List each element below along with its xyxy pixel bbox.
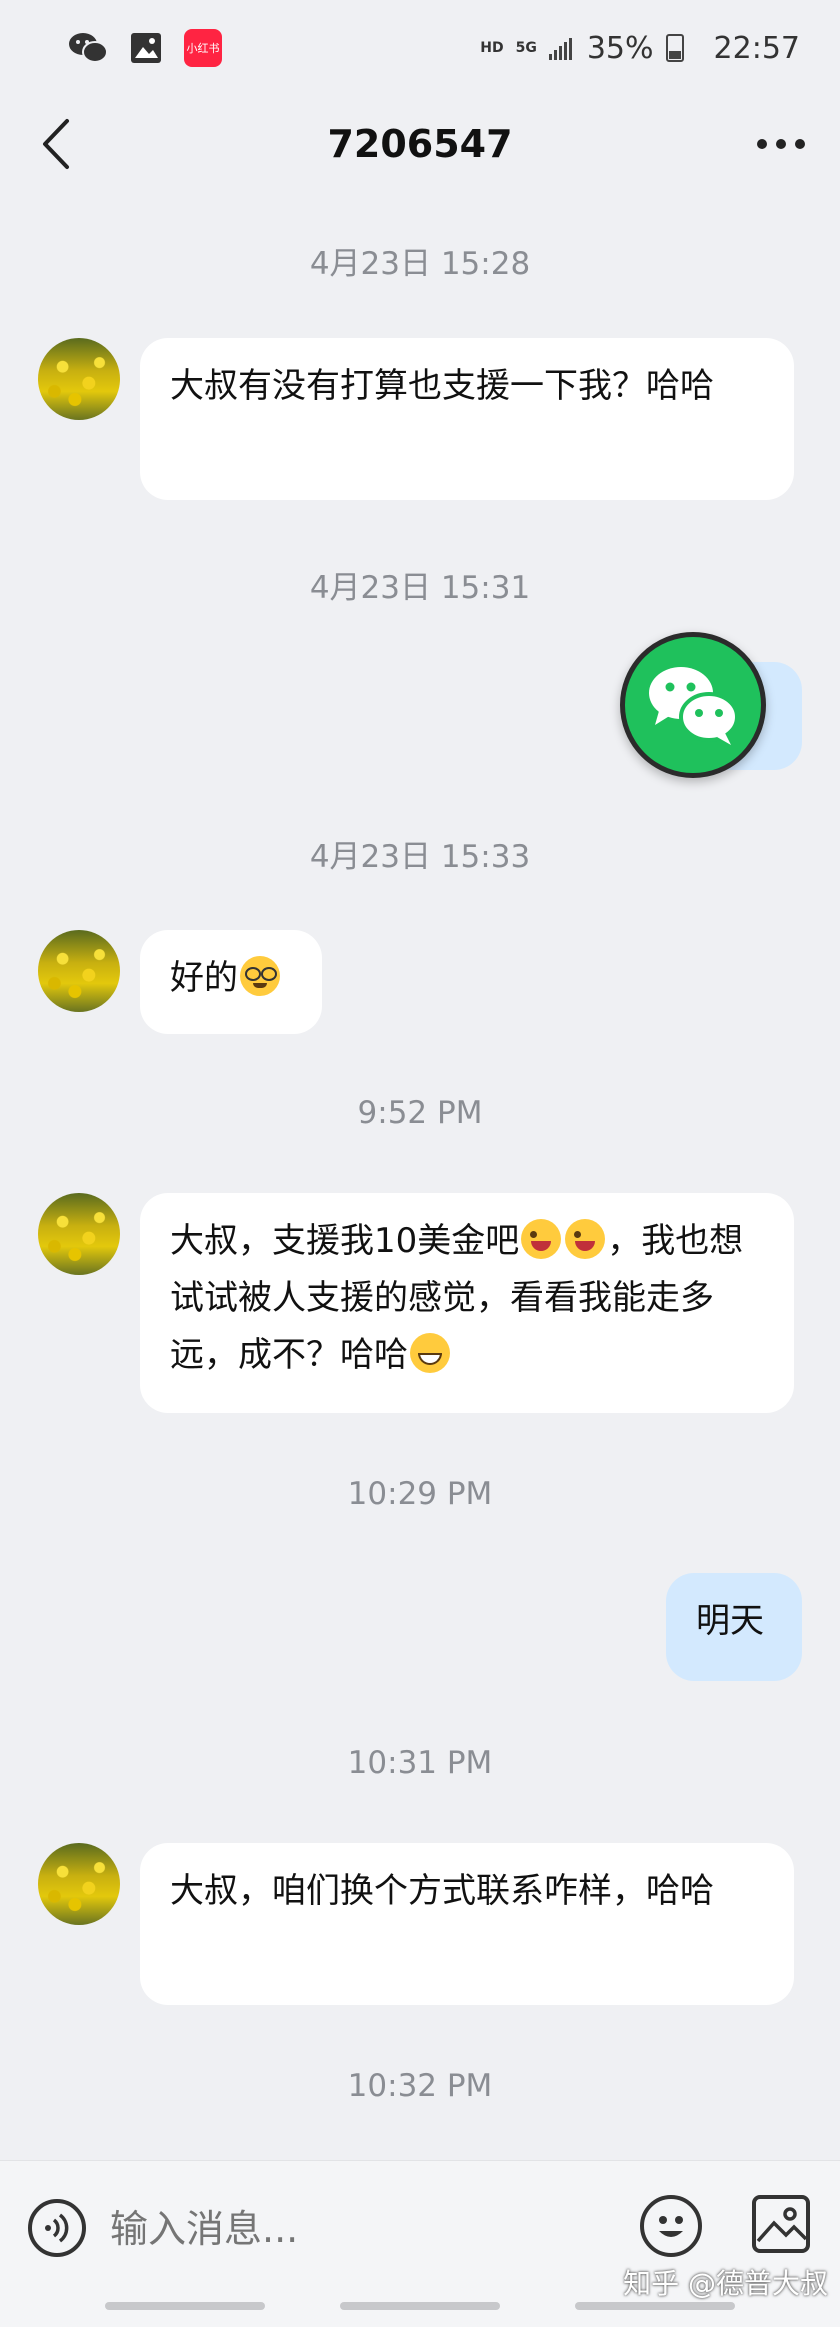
avatar[interactable] [38, 1193, 120, 1275]
timestamp: 4月23日 15:28 [309, 246, 531, 282]
emoji-button[interactable] [640, 2195, 702, 2257]
battery-percent: 35% [586, 30, 654, 66]
floating-wechat-icon[interactable] [620, 632, 766, 778]
hd-indicator: HD [480, 40, 504, 56]
image-button[interactable] [752, 2195, 810, 2253]
clock: 22:57 [713, 30, 800, 66]
message-input[interactable] [108, 2191, 612, 2267]
voice-input-button[interactable] [28, 2199, 86, 2257]
winking-tongue-emoji-icon [565, 1219, 606, 1259]
timestamp: 4月23日 15:31 [309, 570, 531, 606]
timestamp: 10:29 PM [347, 1476, 493, 1512]
status-bar: 小红书 HD 5G 35% 22:57 [0, 0, 840, 96]
avatar[interactable] [38, 338, 120, 420]
chat-title: 7206547 [327, 122, 513, 166]
grinning-face-emoji-icon [410, 1333, 450, 1373]
back-button[interactable] [28, 116, 84, 172]
gallery-notification-icon [131, 33, 161, 63]
nerd-face-emoji-icon [240, 956, 280, 996]
nav-indicator [105, 2302, 265, 2310]
more-dot-icon [776, 139, 786, 149]
smiley-icon [659, 2216, 683, 2237]
watermark: 知乎 @德普大叔 [623, 2267, 828, 2300]
chat-header: 7206547 [0, 96, 840, 192]
timestamp: 9:52 PM [357, 1095, 483, 1131]
message-bubble[interactable]: 大叔有没有打算也支援一下我？哈哈 [140, 338, 794, 500]
wechat-icon [649, 667, 739, 745]
battery-icon [665, 34, 684, 62]
system-status: HD 5G 35% 22:57 [480, 31, 800, 66]
notification-icons: 小红书 [68, 29, 222, 67]
network-5g-indicator: 5G [515, 40, 537, 56]
nav-indicator [575, 2302, 735, 2310]
message-bubble[interactable]: 明天 [666, 1573, 802, 1681]
chevron-left-icon [43, 119, 69, 169]
message-bubble[interactable]: 好的 [140, 930, 322, 1034]
nav-indicator [340, 2302, 500, 2310]
message-text: 大叔，支援我10美金吧 [170, 1221, 520, 1261]
xiaohongshu-notification-icon: 小红书 [184, 29, 222, 67]
more-dot-icon [795, 139, 805, 149]
message-bubble[interactable]: 大叔，支援我10美金吧 ，我也想试试被人支援的感觉，看看我能走多远，成不？哈哈 [140, 1193, 794, 1413]
avatar[interactable] [38, 930, 120, 1012]
timestamp: 10:32 PM [347, 2068, 493, 2104]
winking-tongue-emoji-icon [521, 1219, 562, 1259]
message-text: 好的 [170, 958, 238, 998]
voice-icon [45, 2213, 69, 2243]
timestamp: 4月23日 15:33 [309, 839, 531, 875]
wechat-notification-icon [69, 33, 108, 63]
image-icon [756, 2207, 806, 2243]
avatar[interactable] [38, 1843, 120, 1925]
more-options-button[interactable] [746, 116, 816, 172]
message-bubble[interactable]: 大叔，咱们换个方式联系咋样，哈哈 [140, 1843, 794, 2005]
signal-icon [548, 38, 572, 60]
timestamp: 10:31 PM [347, 1745, 493, 1781]
more-dot-icon [757, 139, 767, 149]
